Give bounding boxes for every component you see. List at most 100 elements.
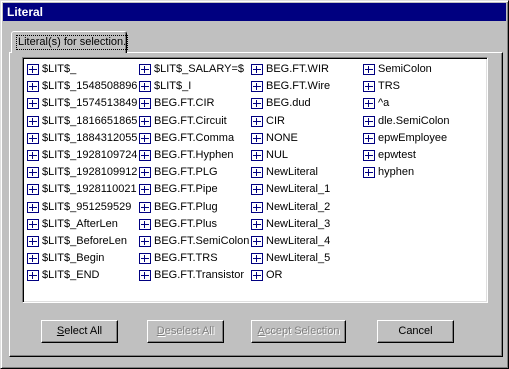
list-item[interactable]: BEG.FT.Comma — [139, 130, 251, 147]
list-item-label: NewLiteral_1 — [266, 183, 331, 196]
list-item[interactable]: CIR — [251, 113, 363, 130]
literal-icon — [139, 81, 151, 93]
list-item[interactable]: $LIT$_SALARY=$ — [139, 61, 251, 78]
list-item[interactable]: dle.SemiColon — [363, 113, 475, 130]
literal-list[interactable]: $LIT$_ $LIT$_1548508896 $LIT$_1574513849 $L… — [22, 57, 488, 303]
list-item[interactable]: $LIT$_END — [27, 267, 139, 284]
list-item[interactable]: NUL — [251, 147, 363, 164]
list-item[interactable]: $LIT$_1928110021 — [27, 181, 139, 198]
list-item[interactable]: BEG.FT.CIR — [139, 95, 251, 112]
list-item[interactable]: OR — [251, 267, 363, 284]
list-item[interactable]: epwEmployee — [363, 130, 475, 147]
list-item[interactable]: BEG.FT.Plus — [139, 216, 251, 233]
literal-icon — [139, 253, 151, 265]
list-item-label: BEG.FT.Hyphen — [154, 149, 234, 162]
list-item[interactable]: BEG.FT.Wire — [251, 78, 363, 95]
list-item-label: BEG.FT.Circuit — [154, 114, 227, 127]
list-item[interactable]: NewLiteral_5 — [251, 250, 363, 267]
literal-icon — [27, 218, 39, 230]
literal-icon — [27, 64, 39, 76]
accept-selection-button[interactable]: Accept Selection — [251, 320, 346, 343]
list-item[interactable]: $LIT$_951259529 — [27, 199, 139, 216]
literal-icon — [251, 253, 263, 265]
cancel-button[interactable]: Cancel — [377, 320, 454, 343]
literal-icon — [251, 64, 263, 76]
list-item[interactable]: NewLiteral_4 — [251, 233, 363, 250]
list-item[interactable]: BEG.FT.Hyphen — [139, 147, 251, 164]
list-item-label: NewLiteral_4 — [266, 234, 331, 247]
deselect-all-label: eselect All — [164, 325, 215, 337]
list-item-label: dle.SemiColon — [378, 114, 450, 127]
list-item[interactable]: $LIT$_Begin — [27, 250, 139, 267]
list-item[interactable]: BEG.FT.PLG — [139, 164, 251, 181]
list-column-2: $LIT$_SALARY=$ $LIT$_I BEG.FT.CIR BEG.FT.Ci… — [139, 61, 251, 284]
literal-icon — [27, 81, 39, 93]
list-item[interactable]: ^a — [363, 95, 475, 112]
list-item[interactable]: BEG.FT.Pipe — [139, 181, 251, 198]
literal-icon — [27, 167, 39, 179]
list-item[interactable]: $LIT$_1884312055 — [27, 130, 139, 147]
literal-icon — [251, 81, 263, 93]
list-item[interactable]: $LIT$_AfterLen — [27, 216, 139, 233]
literal-icon — [251, 150, 263, 162]
list-item-label: $LIT$_1884312055 — [42, 131, 138, 144]
window-title: Literal — [3, 3, 506, 21]
list-item-label: BEG.FT.TRS — [154, 252, 218, 265]
list-item-label: BEG.FT.PLG — [154, 166, 218, 179]
list-item-label: hyphen — [378, 166, 415, 179]
select-all-button[interactable]: Select All — [41, 320, 118, 343]
list-item[interactable]: NewLiteral_3 — [251, 216, 363, 233]
list-item[interactable]: BEG.FT.SemiColon — [139, 233, 251, 250]
list-item-label: BEG.FT.Wire — [266, 80, 331, 93]
list-item-label: $LIT$_AfterLen — [42, 217, 118, 230]
list-item[interactable]: $LIT$_ — [27, 61, 139, 78]
literal-icon — [363, 167, 375, 179]
literal-icon — [251, 218, 263, 230]
list-item[interactable]: $LIT$_1816651865 — [27, 113, 139, 130]
literal-icon — [139, 115, 151, 127]
literal-icon — [27, 253, 39, 265]
list-item[interactable]: BEG.FT.Transistor — [139, 267, 251, 284]
literal-icon — [363, 98, 375, 110]
list-item-label: $LIT$_1816651865 — [42, 114, 138, 127]
list-item-label: $LIT$_1928109912 — [42, 166, 138, 179]
literal-icon — [251, 270, 263, 282]
list-item[interactable]: BEG.FT.Circuit — [139, 113, 251, 130]
list-item[interactable]: $LIT$_1574513849 — [27, 95, 139, 112]
list-item[interactable]: $LIT$_1928109724 — [27, 147, 139, 164]
list-item[interactable]: SemiColon — [363, 61, 475, 78]
literal-icon — [139, 98, 151, 110]
literal-icon — [27, 132, 39, 144]
list-item-label: $LIT$_SALARY=$ — [154, 63, 244, 76]
list-item[interactable]: NONE — [251, 130, 363, 147]
literal-icon — [139, 218, 151, 230]
list-item[interactable]: BEG.FT.TRS — [139, 250, 251, 267]
list-item[interactable]: NewLiteral_2 — [251, 199, 363, 216]
list-item[interactable]: $LIT$_I — [139, 78, 251, 95]
list-item-label: BEG.FT.Plus — [154, 217, 217, 230]
tab-literals-for-selection[interactable]: Literal(s) for selection. — [11, 31, 129, 53]
list-item-label: epwtest — [378, 149, 416, 162]
list-item[interactable]: BEG.dud — [251, 95, 363, 112]
literal-icon — [251, 235, 263, 247]
list-item[interactable]: hyphen — [363, 164, 475, 181]
list-item[interactable]: NewLiteral_1 — [251, 181, 363, 198]
list-item-label: NewLiteral_5 — [266, 252, 331, 265]
literal-icon — [27, 201, 39, 213]
list-item[interactable]: BEG.FT.WIR — [251, 61, 363, 78]
list-item[interactable]: TRS — [363, 78, 475, 95]
list-item[interactable]: BEG.FT.Plug — [139, 199, 251, 216]
literal-icon — [251, 201, 263, 213]
list-item[interactable]: $LIT$_1928109912 — [27, 164, 139, 181]
deselect-all-button[interactable]: Deselect All — [147, 320, 224, 343]
literal-icon — [139, 150, 151, 162]
list-item[interactable]: NewLiteral — [251, 164, 363, 181]
list-item[interactable]: epwtest — [363, 147, 475, 164]
list-item[interactable]: $LIT$_1548508896 — [27, 78, 139, 95]
literal-icon — [27, 184, 39, 196]
list-item[interactable]: $LIT$_BeforeLen — [27, 233, 139, 250]
list-item-label: $LIT$_1574513849 — [42, 97, 138, 110]
literal-icon — [27, 150, 39, 162]
list-item-label: SemiColon — [378, 63, 432, 76]
list-item-label: BEG.FT.SemiColon — [154, 234, 250, 247]
